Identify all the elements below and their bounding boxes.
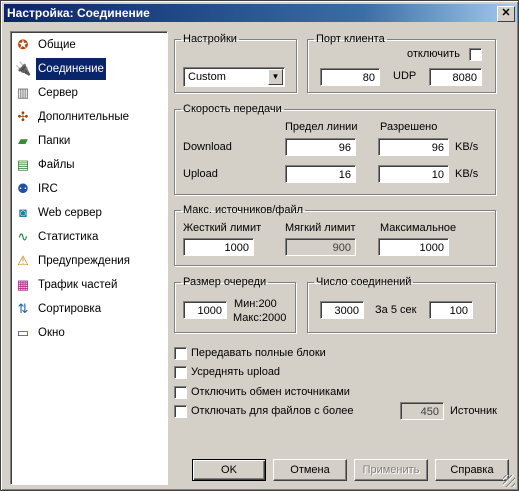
plug-icon: 🔌 (15, 61, 32, 76)
sidebar-item-label: Статистика (38, 231, 99, 243)
settings-category-list: ✪ Общие 🔌 Соединение ▥ Сервер ✣ Дополнит… (10, 31, 168, 485)
files-icon: ▤ (16, 157, 30, 172)
download-label: Download (183, 141, 232, 153)
close-button[interactable]: ✕ (497, 6, 515, 22)
sidebar-item-label: Web сервер (38, 207, 102, 219)
connections-legend: Число соединений (316, 276, 412, 288)
settings-legend: Настройки (183, 33, 237, 45)
sidebar-item-general[interactable]: ✪ Общие (13, 34, 165, 56)
sidebar-item-window[interactable]: ▭ Окно (13, 322, 165, 344)
sidebar-item-statistics[interactable]: ∿ Статистика (13, 226, 165, 248)
preset-value: Custom (188, 71, 226, 83)
average-upload-label[interactable]: Усреднять upload (191, 366, 280, 378)
sidebar-item-connection[interactable]: 🔌 Соединение (13, 58, 165, 80)
sidebar-item-label: Трафик частей (38, 279, 118, 291)
queue-legend: Размер очереди (183, 276, 267, 288)
max-sources-label: Максимальное (380, 222, 457, 234)
hard-limit-label: Жесткий лимит (183, 222, 262, 234)
sidebar-item-sorting[interactable]: ⇅ Сортировка (13, 298, 165, 320)
preset-select[interactable]: Custom ▼ (183, 67, 285, 87)
sidebar-item-web-server[interactable]: ◙ Web сервер (13, 202, 165, 224)
statistics-icon: ∿ (17, 229, 29, 244)
upload-limit-input[interactable]: 16 (285, 165, 356, 183)
sidebar-item-irc[interactable]: ⚉ IRC (13, 178, 165, 200)
average-upload-checkbox[interactable] (174, 366, 187, 379)
connections-per-5-sec-input[interactable]: 100 (429, 301, 473, 319)
upload-label: Upload (183, 168, 218, 180)
hard-limit-input[interactable]: 1000 (183, 238, 254, 256)
server-icon: ▥ (16, 85, 30, 100)
udp-label: UDP (393, 70, 417, 82)
speed-legend: Скорость передачи (183, 103, 282, 115)
queue-max-text: Макс:2000 (233, 312, 287, 324)
sidebar-item-label: Файлы (38, 159, 75, 171)
sidebar-item-label: Соединение (36, 58, 106, 80)
sources-threshold-input: 450 (400, 402, 444, 420)
folder-icon: ▰ (18, 133, 28, 148)
apply-button: Применить (354, 459, 428, 481)
window-title: Настройка: Соединение (7, 6, 150, 20)
general-icon: ✪ (17, 37, 29, 52)
disable-port-checkbox[interactable] (469, 48, 482, 61)
sources-legend: Макс. источников/файл (183, 204, 304, 216)
download-unit: KB/s (455, 141, 479, 153)
disable-source-exchange-label[interactable]: Отключить обмен источниками (191, 386, 350, 398)
queue-size-input[interactable]: 1000 (183, 301, 227, 319)
web-server-icon: ◙ (19, 205, 27, 220)
per-5-sec-label: За 5 сек (375, 304, 417, 316)
download-limit-input[interactable]: 96 (285, 138, 356, 156)
client-port-legend: Порт клиента (316, 33, 385, 45)
sidebar-item-label: Сортировка (38, 303, 102, 315)
sidebar-item-advanced[interactable]: ✣ Дополнительные (13, 106, 165, 128)
resize-grip[interactable] (503, 475, 515, 487)
sidebar-item-label: Общие (38, 39, 76, 51)
sidebar-item-label: Предупреждения (38, 255, 130, 267)
full-blocks-checkbox[interactable] (174, 347, 187, 360)
sidebar-item-label: Папки (38, 135, 71, 147)
download-allowed-input[interactable]: 96 (378, 138, 449, 156)
sidebar-item-part-traffic[interactable]: ▦ Трафик частей (13, 274, 165, 296)
sidebar-item-label: Окно (38, 327, 65, 339)
disable-for-files-checkbox[interactable] (174, 405, 187, 418)
disable-source-exchange-checkbox[interactable] (174, 386, 187, 399)
upload-allowed-input[interactable]: 10 (378, 165, 449, 183)
ok-button[interactable]: OK (192, 459, 266, 481)
max-sources-input[interactable]: 1000 (378, 238, 449, 256)
sources-threshold-unit: Источник (450, 405, 497, 417)
chevron-down-icon[interactable]: ▼ (268, 69, 283, 85)
help-button[interactable]: Справка (435, 459, 509, 481)
allowed-header: Разрешено (380, 121, 438, 133)
cancel-button[interactable]: Отмена (273, 459, 347, 481)
sidebar-item-folders[interactable]: ▰ Папки (13, 130, 165, 152)
sidebar-item-notifications[interactable]: ⚠ Предупреждения (13, 250, 165, 272)
upload-unit: KB/s (455, 168, 479, 180)
sidebar-item-label: IRC (38, 183, 58, 195)
title-bar[interactable]: Настройка: Соединение ✕ (4, 4, 517, 22)
settings-dialog: Настройка: Соединение ✕ ✪ Общие 🔌 Соедин… (0, 0, 519, 491)
tcp-port-input[interactable]: 80 (320, 68, 380, 86)
irc-icon: ⚉ (17, 181, 29, 196)
sidebar-item-label: Сервер (38, 87, 78, 99)
soft-limit-label: Мягкий лимит (285, 222, 356, 234)
sidebar-item-label: Дополнительные (38, 111, 130, 123)
sidebar-item-files[interactable]: ▤ Файлы (13, 154, 165, 176)
disable-port-label: отключить (407, 48, 460, 60)
window-icon: ▭ (16, 325, 30, 340)
queue-min-text: Мин:200 (234, 298, 277, 310)
udp-port-input[interactable]: 8080 (429, 68, 482, 86)
soft-limit-input: 900 (285, 238, 356, 256)
full-blocks-label[interactable]: Передавать полные блоки (191, 347, 326, 359)
sort-icon: ⇅ (17, 301, 29, 316)
advanced-icon: ✣ (17, 109, 29, 124)
sidebar-item-server[interactable]: ▥ Сервер (13, 82, 165, 104)
line-limit-header: Предел линии (285, 121, 358, 133)
disable-for-files-label[interactable]: Отключать для файлов с более (191, 405, 354, 417)
warning-icon: ⚠ (17, 253, 29, 268)
connections-input[interactable]: 3000 (320, 301, 364, 319)
traffic-icon: ▦ (16, 277, 30, 292)
